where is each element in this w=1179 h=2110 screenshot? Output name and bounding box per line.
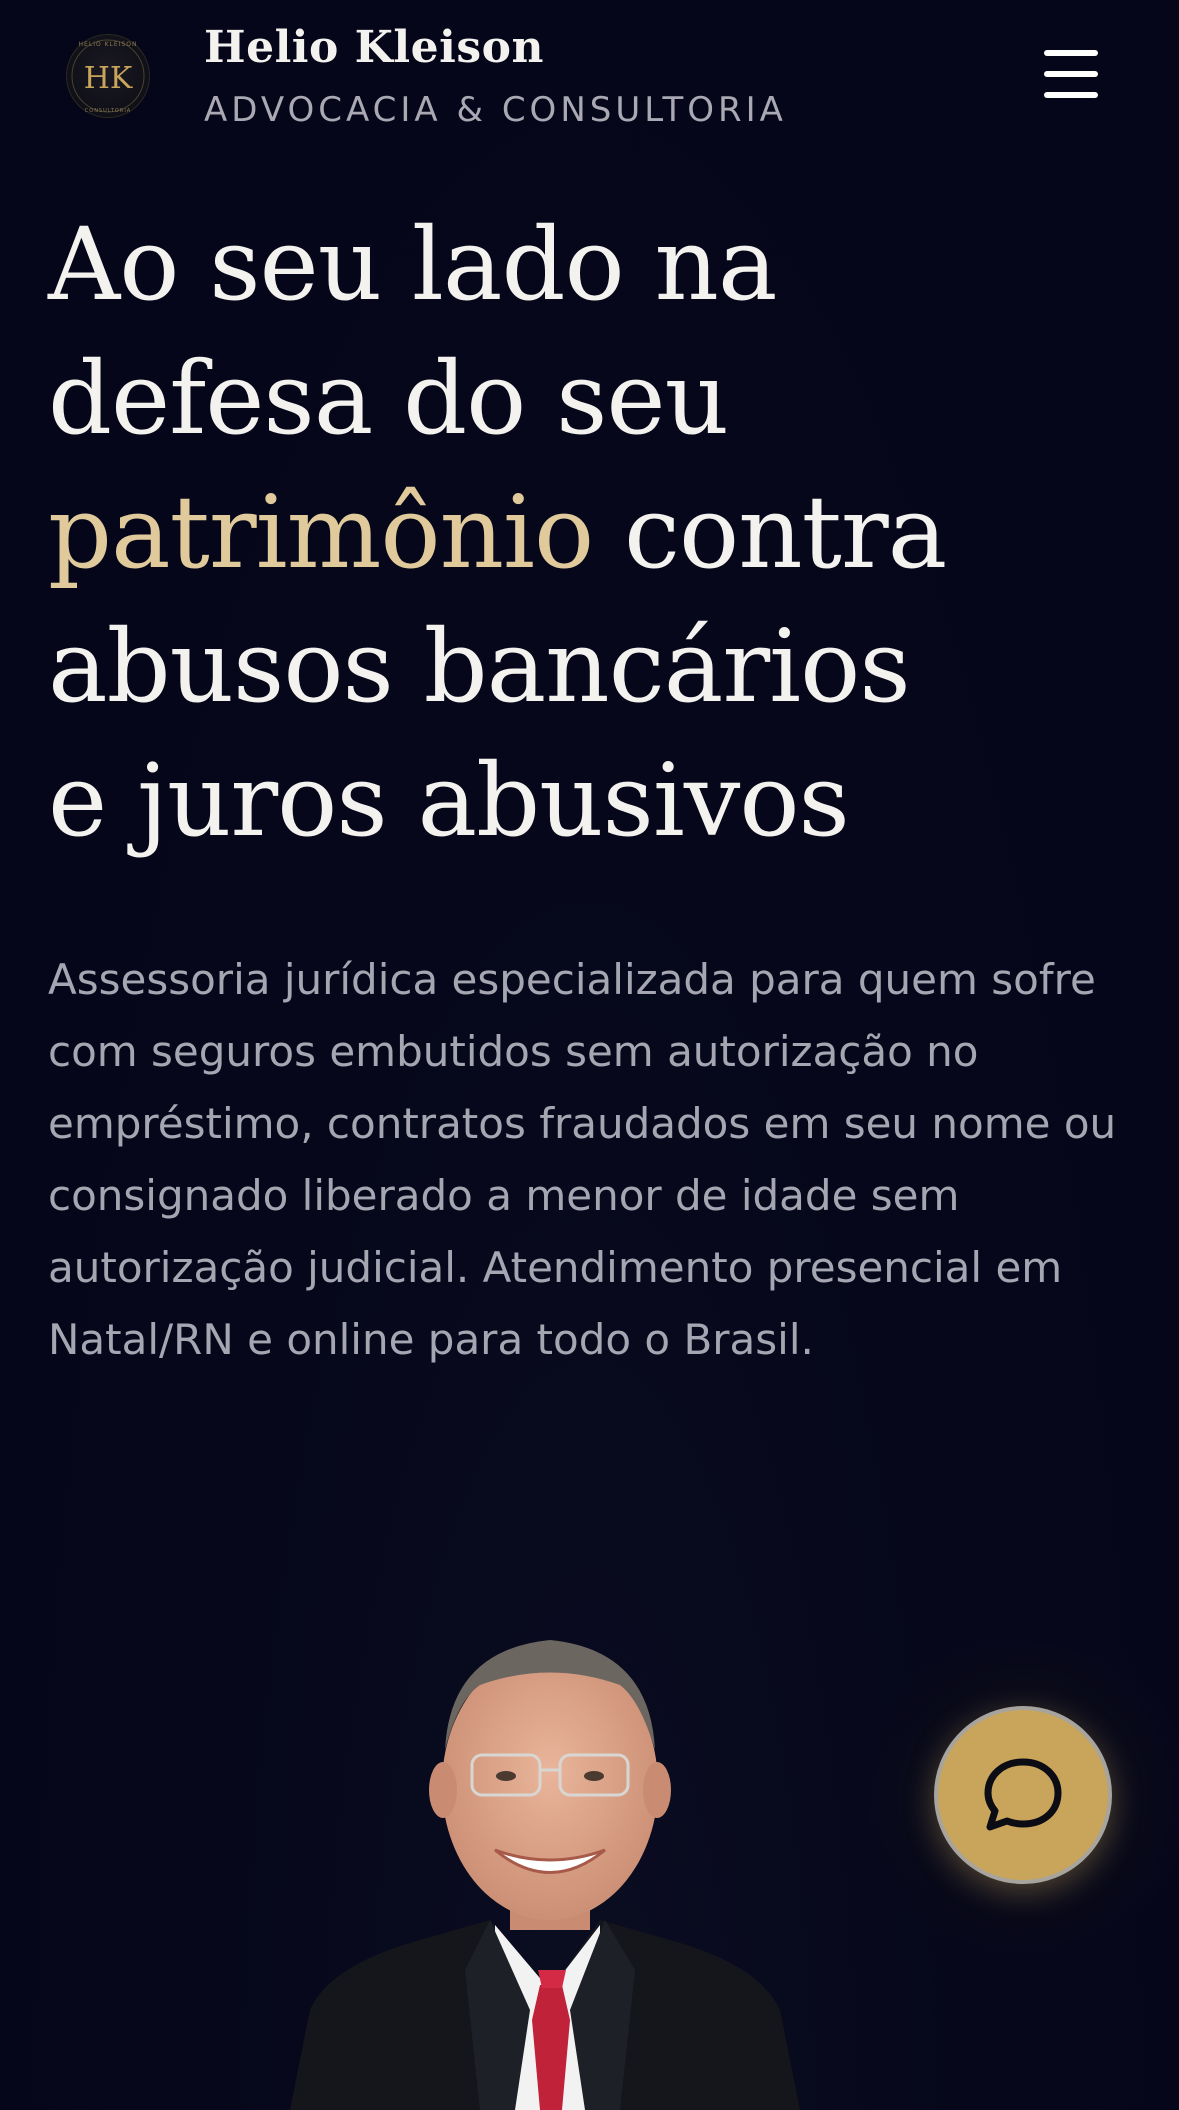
chat-bubble-icon [984, 1758, 1062, 1831]
headline-line: abusos bancários [48, 608, 911, 725]
hero-headline: Ao seu lado na defesa do seu patrimônio … [48, 198, 1128, 868]
lawyer-portrait [240, 1590, 940, 2110]
svg-text:CONSULTORIA: CONSULTORIA [85, 108, 131, 114]
hamburger-menu-icon[interactable] [1040, 46, 1102, 102]
headline-line: Ao seu lado na [48, 206, 778, 323]
site-header: HELIO KLEISON CONSULTORIA HK Helio Kleis… [0, 0, 1179, 160]
headline-accent: patrimônio [48, 474, 594, 591]
headline-text: contra [593, 474, 947, 591]
brand-name[interactable]: Helio Kleison [204, 22, 544, 73]
headline-line: patrimônio contra [48, 466, 1128, 600]
landing-page: HELIO KLEISON CONSULTORIA HK Helio Kleis… [0, 0, 1179, 2110]
brand-tagline: ADVOCACIA & CONSULTORIA [204, 90, 787, 130]
menu-bar [1044, 92, 1098, 98]
menu-bar [1044, 50, 1098, 56]
hero-description: Assessoria jurídica especializada para q… [48, 955, 1117, 1364]
portrait-image [290, 1640, 800, 2110]
headline-line: defesa do seu [48, 340, 729, 457]
headline-line: e juros abusivos [48, 742, 850, 859]
svg-text:HELIO KLEISON: HELIO KLEISON [79, 41, 138, 48]
svg-text:HK: HK [84, 61, 133, 96]
monogram-logo-icon: HELIO KLEISON CONSULTORIA HK [71, 39, 145, 114]
brand-logo[interactable]: HELIO KLEISON CONSULTORIA HK [66, 34, 150, 118]
chat-button[interactable] [934, 1706, 1112, 1884]
menu-bar [1044, 71, 1098, 77]
